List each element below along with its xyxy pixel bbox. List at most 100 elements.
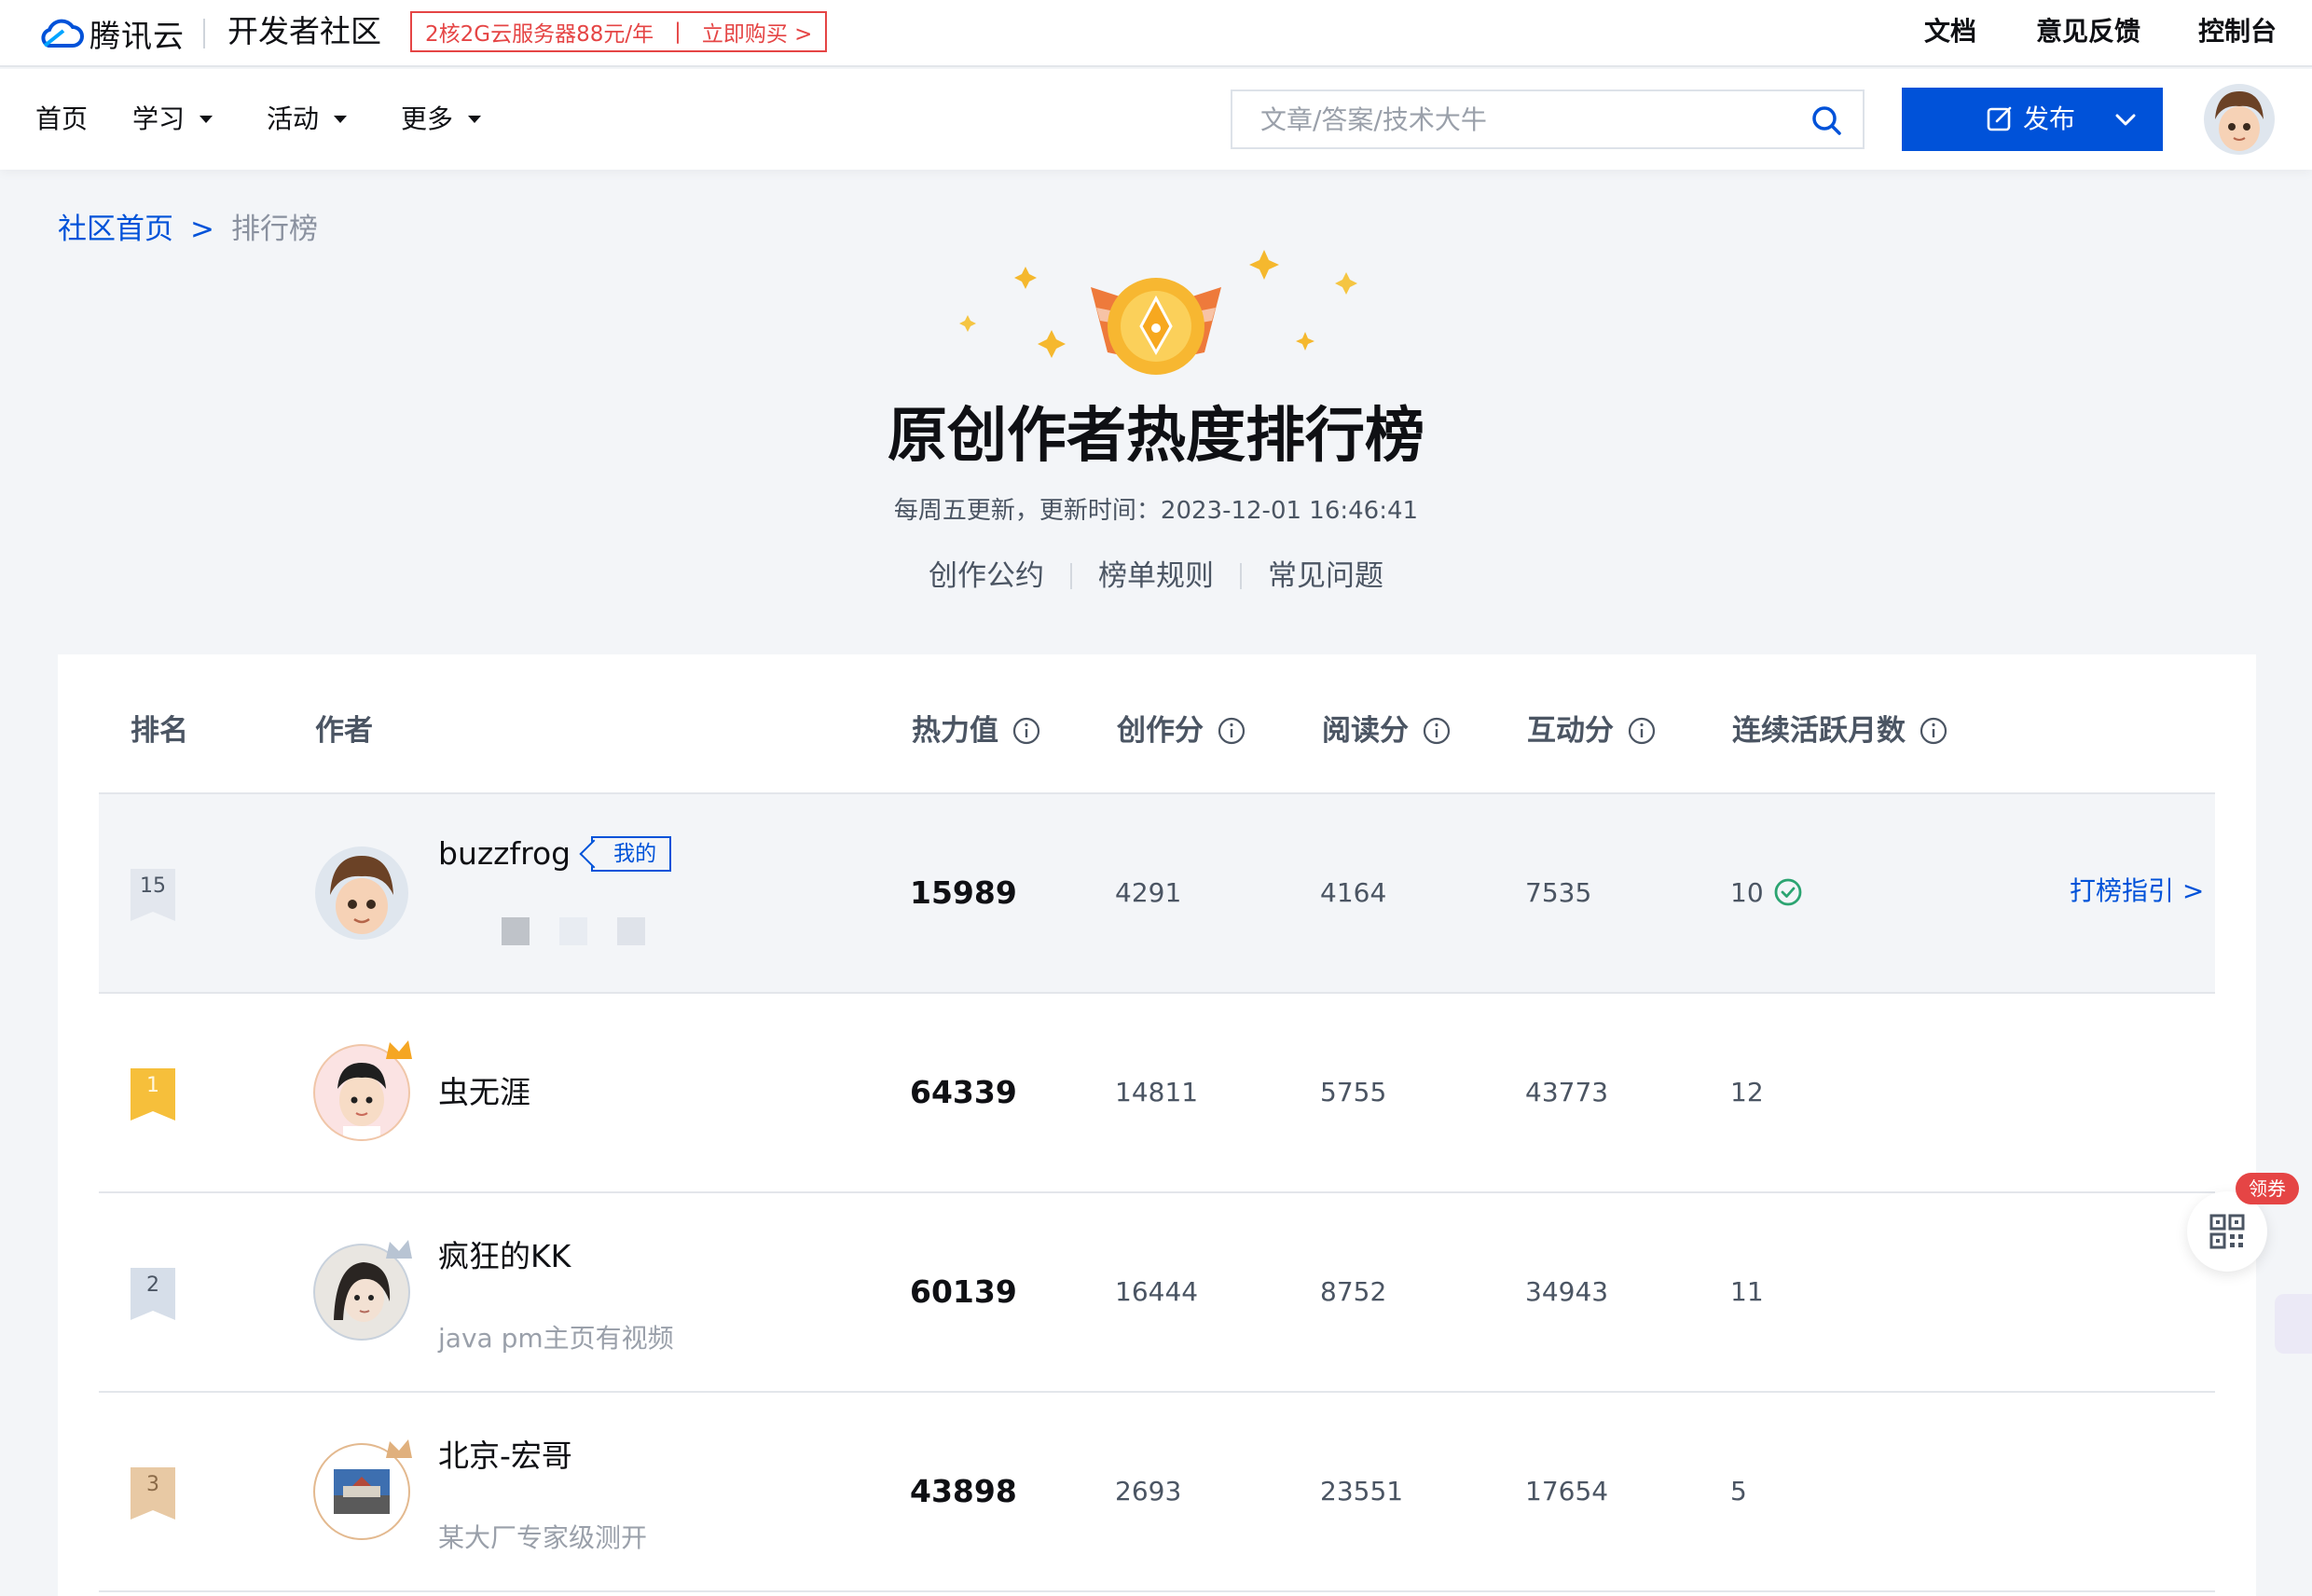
caret-down-icon (200, 116, 213, 123)
info-icon[interactable] (1919, 716, 1948, 746)
rank-badge: 3 (131, 1467, 175, 1520)
link-divider (1240, 563, 1242, 589)
caret-down-icon (334, 116, 348, 123)
chevron-down-icon[interactable] (2114, 108, 2137, 131)
top-header: 腾讯云 开发者社区 2核2G云服务器88元/年 | 立即购买 > 文档 意见反馈… (0, 0, 2312, 67)
header-heat-label: 热力值 (912, 714, 998, 748)
promo-cta: 立即购买 > (701, 22, 813, 47)
ranking-table: 排名 作者 热力值 创作分 阅读分 互动分 连续活跃月数 15 buzzfrog… (58, 654, 2256, 1596)
hero-links: 创作公约 榜单规则 常见问题 (0, 557, 2312, 595)
link-divider (1070, 563, 1072, 589)
author-name[interactable]: 虫无涯 (438, 1074, 530, 1111)
user-avatar[interactable] (2204, 84, 2275, 155)
header-rank: 排名 (131, 712, 188, 750)
author-name[interactable]: buzzfrog 我的 (438, 835, 672, 873)
author-avatar[interactable] (315, 846, 408, 940)
active-months: 5 (1730, 1476, 1747, 1507)
search-box (1231, 89, 1865, 149)
breadcrumb-current: 排行榜 (230, 213, 318, 246)
nav-learn[interactable]: 学习 (132, 103, 213, 136)
author-name[interactable]: 疯狂的KK (438, 1238, 571, 1275)
promo-divider: | (674, 20, 681, 44)
nav-events-label: 活动 (267, 103, 320, 134)
author-name-text: buzzfrog (438, 835, 571, 872)
breadcrumb-home[interactable]: 社区首页 (58, 211, 173, 248)
faq-link[interactable]: 常见问题 (1268, 557, 1383, 595)
interact-score: 34943 (1525, 1276, 1609, 1307)
creation-score: 4291 (1115, 877, 1182, 908)
nav-home[interactable]: 首页 (35, 103, 88, 136)
community-title[interactable]: 开发者社区 (227, 13, 381, 50)
search-input[interactable] (1232, 91, 1773, 147)
header-author-label: 作者 (315, 714, 373, 748)
creation-convention-link[interactable]: 创作公约 (929, 557, 1044, 595)
rank-number: 3 (146, 1473, 159, 1496)
info-icon[interactable] (1012, 716, 1041, 746)
update-info: 每周五更新，更新时间：2023-12-01 16:46:41 (893, 497, 1419, 525)
check-circle-icon (1774, 878, 1802, 906)
ranking-rules-link[interactable]: 榜单规则 (1098, 557, 1214, 595)
active-months: 12 (1730, 1077, 1764, 1108)
medal-icon (559, 917, 587, 945)
interact-score: 43773 (1525, 1077, 1609, 1108)
author-subtitle: 某大厂专家级测开 (438, 1522, 648, 1553)
rank-number: 2 (146, 1273, 159, 1297)
cloud-logo-icon (41, 19, 84, 48)
nav-more[interactable]: 更多 (401, 103, 482, 136)
promo-banner[interactable]: 2核2G云服务器88元/年 | 立即购买 > (410, 11, 828, 52)
info-icon[interactable] (1627, 716, 1657, 746)
interact-score: 17654 (1525, 1476, 1609, 1507)
info-icon[interactable] (1422, 716, 1452, 746)
table-row[interactable]: 1 虫无涯 64339 14811 5755 43773 12 (99, 992, 2215, 1191)
medal-icon (502, 917, 530, 945)
console-link[interactable]: 控制台 (2198, 15, 2277, 48)
read-score: 8752 (1320, 1276, 1387, 1307)
breadcrumb: 社区首页 > 排行榜 (58, 211, 318, 248)
side-tab[interactable] (2275, 1294, 2312, 1354)
nav-learn-label: 学习 (132, 103, 186, 134)
coupon-badge[interactable]: 领券 (2236, 1173, 2299, 1204)
nav-home-label: 首页 (35, 103, 89, 134)
info-icon[interactable] (1217, 716, 1246, 746)
edit-icon (1987, 106, 2012, 131)
table-row[interactable]: 3 北京-宏哥 某大厂专家级测开 43898 2693 23551 17654 … (99, 1391, 2215, 1590)
read-score: 23551 (1320, 1476, 1404, 1507)
qr-code-icon (2209, 1214, 2245, 1249)
header-heat: 热力值 (912, 712, 1041, 750)
breadcrumb-separator: > (190, 213, 214, 246)
heat-value: 64339 (910, 1074, 1017, 1110)
header-read-label: 阅读分 (1322, 714, 1409, 748)
header-rank-label: 排名 (131, 714, 188, 748)
author-subtitle: java pm主页有视频 (438, 1323, 674, 1354)
crown-icon (386, 1040, 412, 1059)
docs-link[interactable]: 文档 (1924, 15, 1976, 48)
ranking-guide-link[interactable]: 打榜指引 > (2070, 874, 2204, 908)
page-title: 原创作者热度排行榜 (888, 402, 1424, 471)
header-creation: 创作分 (1117, 712, 1246, 750)
avatar-image (315, 846, 408, 940)
rank-number: 15 (140, 874, 166, 898)
caret-down-icon (468, 116, 482, 123)
header-creation-label: 创作分 (1117, 714, 1204, 748)
publish-label: 发布 (2023, 103, 2076, 134)
table-row-divider (99, 1590, 2215, 1596)
publish-button[interactable]: 发布 (1902, 88, 2163, 151)
table-row[interactable]: 2 疯狂的KK java pm主页有视频 60139 16444 8752 34… (99, 1191, 2215, 1391)
main-nav: 首页 学习 活动 更多 发布 (0, 69, 2312, 170)
ranking-medal-icon (959, 250, 1357, 375)
rank-badge: 1 (131, 1068, 175, 1121)
creation-score: 16444 (1115, 1276, 1199, 1307)
my-ranking-row[interactable]: 15 buzzfrog 我的 15989 4291 4164 7535 10 打… (99, 792, 2215, 992)
rank-number: 1 (146, 1074, 159, 1097)
read-score: 4164 (1320, 877, 1387, 908)
search-icon[interactable] (1810, 104, 1842, 136)
feedback-link[interactable]: 意见反馈 (2036, 15, 2140, 48)
author-name[interactable]: 北京-宏哥 (438, 1438, 572, 1475)
nav-events[interactable]: 活动 (267, 103, 348, 136)
tencent-cloud-logo[interactable]: 腾讯云 (35, 13, 185, 54)
table-header: 排名 作者 热力值 创作分 阅读分 互动分 连续活跃月数 (58, 654, 2256, 792)
nav-more-label: 更多 (401, 103, 454, 134)
heat-value: 15989 (910, 874, 1017, 911)
interact-score: 7535 (1525, 877, 1592, 908)
active-months-value: 10 (1730, 877, 1764, 908)
